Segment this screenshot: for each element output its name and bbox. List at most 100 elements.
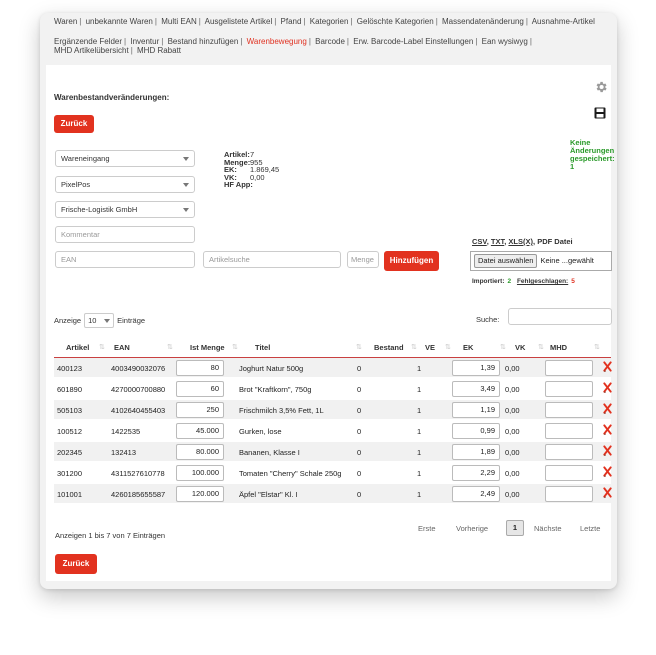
- gear-icon[interactable]: [594, 80, 608, 94]
- chevron-down-icon: [104, 319, 111, 323]
- ek-input[interactable]: 3,49: [452, 381, 500, 397]
- failed-count: 5: [571, 278, 575, 285]
- cell-titel: Tomaten "Cherry" Schale 250g: [239, 469, 342, 478]
- app-window: Waren | unbekannte Waren | Multi EAN | Ausg…: [40, 13, 617, 589]
- format-csv[interactable]: CSV: [472, 237, 487, 246]
- quantity-input[interactable]: Menge: [347, 251, 379, 268]
- nav-massendatenaenderung[interactable]: Massendatenänderung: [442, 17, 524, 26]
- ek-input[interactable]: 2,29: [452, 465, 500, 481]
- back-button[interactable]: Zurück: [54, 115, 94, 133]
- ist-menge-input[interactable]: 80.000: [176, 444, 224, 460]
- nav-inventur[interactable]: Inventur: [130, 37, 159, 46]
- page-length-select[interactable]: 10: [84, 313, 115, 328]
- summary-stats: Artikel: 7 Menge: 955 EK: 1.869,45 VK: 0,00 …: [224, 151, 279, 189]
- table-info: Anzeigen 1 bis 7 von 7 Einträgen: [55, 531, 166, 540]
- sort-icon: ⇅: [232, 344, 238, 351]
- source-select[interactable]: PixelPos: [55, 176, 195, 193]
- delete-x-icon[interactable]: [603, 466, 612, 477]
- nav-ausgelistete-artikel[interactable]: Ausgelistete Artikel: [205, 17, 273, 26]
- cell-titel: Gurken, lose: [239, 427, 282, 436]
- nav-ean-wysiwyg[interactable]: Ean wysiwyg: [482, 37, 528, 46]
- format-xls[interactable]: XLS(X): [508, 237, 533, 246]
- delete-x-icon[interactable]: [603, 403, 612, 414]
- ek-input[interactable]: 1,19: [452, 402, 500, 418]
- pager-current[interactable]: 1: [506, 520, 524, 536]
- nav-ergaenzende-felder[interactable]: Ergänzende Felder: [54, 37, 122, 46]
- format-txt[interactable]: TXT: [491, 237, 504, 246]
- cell-titel: Brot "Kraftkorn", 750g: [239, 385, 312, 394]
- nav-ausnahme-artikel[interactable]: Ausnahme-Artikel: [532, 17, 595, 26]
- nav-waren[interactable]: Waren: [54, 17, 77, 26]
- ist-menge-input[interactable]: 60: [176, 381, 224, 397]
- nav-mhd-artikeluebersicht[interactable]: MHD Artikelübersicht: [54, 46, 129, 55]
- choose-file-button[interactable]: Datei auswählen: [474, 254, 538, 268]
- floppy-disk-icon[interactable]: [594, 107, 606, 119]
- nav-kategorien[interactable]: Kategorien: [310, 17, 349, 26]
- nav-geloeschte-kategorien[interactable]: Gelöschte Kategorien: [357, 17, 434, 26]
- chevron-down-icon: [183, 183, 189, 187]
- pager-next[interactable]: Nächste: [534, 524, 562, 533]
- format-pdf: PDF Datei: [537, 237, 573, 246]
- ist-menge-input[interactable]: 45.000: [176, 423, 224, 439]
- cell-bestand: 0: [357, 385, 362, 394]
- ean-field[interactable]: EAN: [55, 251, 195, 268]
- source-value: PixelPos: [61, 180, 91, 189]
- movement-type-select[interactable]: Wareneingang: [55, 150, 195, 167]
- pager-first[interactable]: Erste: [418, 524, 436, 533]
- ek-input[interactable]: 1,39: [452, 360, 500, 376]
- sort-icon: ⇅: [411, 344, 417, 351]
- ist-menge-input[interactable]: 100.000: [176, 465, 224, 481]
- ist-menge-input[interactable]: 80: [176, 360, 224, 376]
- delete-x-icon[interactable]: [603, 382, 612, 393]
- col-ek[interactable]: EK: [463, 343, 473, 352]
- delete-x-icon[interactable]: [603, 361, 612, 372]
- mhd-input[interactable]: [545, 381, 593, 397]
- delete-x-icon[interactable]: [603, 424, 612, 435]
- pager-last[interactable]: Letzte: [580, 524, 600, 533]
- chevron-down-icon: [183, 157, 189, 161]
- delete-x-icon[interactable]: [603, 487, 612, 498]
- nav-barcode-label-settings[interactable]: Erw. Barcode-Label Einstellungen: [353, 37, 473, 46]
- col-vk[interactable]: VK: [515, 343, 525, 352]
- pager-previous[interactable]: Vorherige: [456, 524, 488, 533]
- ist-menge-input[interactable]: 120.000: [176, 486, 224, 502]
- table-row: 101001 4260185655587 120.000 Äpfel "Elstar"…: [54, 484, 612, 504]
- mhd-input[interactable]: [545, 360, 593, 376]
- supplier-select[interactable]: Frische-Logistik GmbH: [55, 201, 195, 218]
- nav-multi-ean[interactable]: Multi EAN: [161, 17, 197, 26]
- failed-link[interactable]: Fehlgeschlagen:: [517, 278, 568, 285]
- comment-field[interactable]: Kommentar: [55, 226, 195, 243]
- page-length-control: Anzeige 10 Einträge: [54, 313, 145, 328]
- mhd-input[interactable]: [545, 402, 593, 418]
- col-bestand[interactable]: Bestand: [374, 343, 404, 352]
- delete-x-icon[interactable]: [603, 445, 612, 456]
- file-upload[interactable]: Datei auswählen Keine ...gewählt: [470, 251, 612, 271]
- mhd-input[interactable]: [545, 444, 593, 460]
- ek-input[interactable]: 0,99: [452, 423, 500, 439]
- add-button[interactable]: Hinzufügen: [384, 251, 439, 271]
- col-artikel[interactable]: Artikel: [66, 343, 89, 352]
- mhd-input[interactable]: [545, 465, 593, 481]
- col-titel[interactable]: Titel: [255, 343, 270, 352]
- nav-warenbewegung[interactable]: Warenbewegung: [247, 37, 307, 46]
- table-header: Artikel ⇅ EAN ⇅ Ist Menge ⇅ Titel ⇅ Bestand ⇅…: [54, 337, 611, 358]
- ist-menge-input[interactable]: 250: [176, 402, 224, 418]
- table-row: 202345 132413 80.000 Bananen, Klasse I 0 1 1,8…: [54, 442, 612, 462]
- cell-ean: 4102640455403: [111, 406, 166, 415]
- col-mhd[interactable]: MHD: [550, 343, 567, 352]
- col-ist-menge[interactable]: Ist Menge: [190, 343, 225, 352]
- back-button-bottom[interactable]: Zurück: [55, 554, 97, 574]
- ek-input[interactable]: 1,89: [452, 444, 500, 460]
- nav-pfand[interactable]: Pfand: [281, 17, 302, 26]
- ek-input[interactable]: 2,49: [452, 486, 500, 502]
- nav-unbekannte-waren[interactable]: unbekannte Waren: [86, 17, 153, 26]
- nav-barcode[interactable]: Barcode: [315, 37, 345, 46]
- article-search-input[interactable]: Artikelsuche: [203, 251, 341, 268]
- mhd-input[interactable]: [545, 486, 593, 502]
- nav-mhd-rabatt[interactable]: MHD Rabatt: [137, 46, 181, 55]
- table-search-input[interactable]: [508, 308, 612, 325]
- col-ve[interactable]: VE: [425, 343, 435, 352]
- nav-bestand-hinzufuegen[interactable]: Bestand hinzufügen: [168, 37, 239, 46]
- mhd-input[interactable]: [545, 423, 593, 439]
- col-ean[interactable]: EAN: [114, 343, 130, 352]
